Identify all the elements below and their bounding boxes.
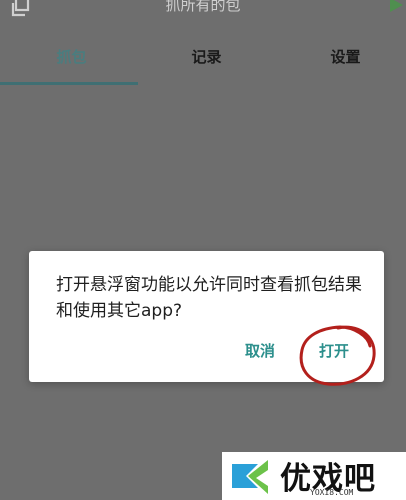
dialog-message: 打开悬浮窗功能以允许同时查看抓包结果和使用其它app? xyxy=(56,275,362,321)
play-icon[interactable] xyxy=(388,0,404,13)
app-title: 抓所有的包 xyxy=(165,0,241,14)
cancel-button[interactable]: 取消 xyxy=(245,340,275,361)
watermark: 优戏吧 YOXI8.COM xyxy=(222,452,406,500)
floating-window-dialog: 打开悬浮窗功能以允许同时查看抓包结果和使用其它app? 取消 打开 xyxy=(29,251,384,382)
tab-indicator xyxy=(0,82,138,85)
tab-settings[interactable]: 设置 xyxy=(278,46,406,67)
tab-records[interactable]: 记录 xyxy=(139,46,274,67)
tab-bar: 抓包 记录 设置 xyxy=(0,36,406,86)
tab-capture[interactable]: 抓包 xyxy=(4,46,139,67)
brand-logo-icon xyxy=(232,460,268,494)
top-bar: 抓所有的包 xyxy=(0,0,406,18)
brand-url: YOXI8.COM xyxy=(310,488,354,497)
open-button[interactable]: 打开 xyxy=(319,340,349,361)
